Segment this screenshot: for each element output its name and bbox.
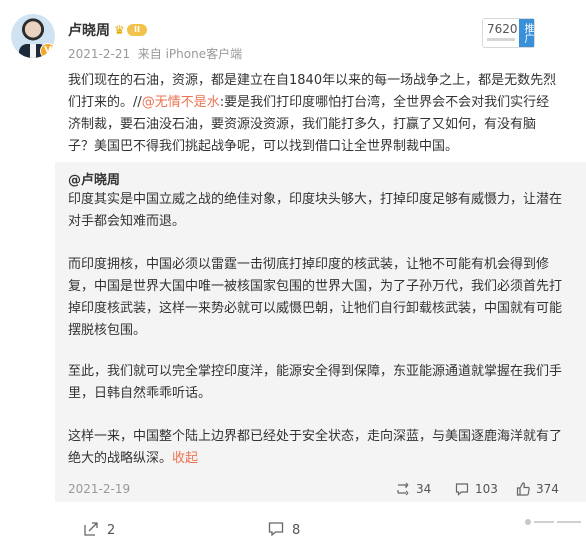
repost-author[interactable]: @卢晓周 bbox=[68, 169, 120, 188]
post-date[interactable]: 2021-2-21 bbox=[68, 47, 130, 61]
repost-like-count: 374 bbox=[536, 482, 559, 496]
repost-repost-count: 34 bbox=[416, 482, 432, 496]
repost-repost-button[interactable]: 34 bbox=[396, 481, 431, 497]
reposted-content: @卢晓周 印度其实是中国立威之战的绝佳对象，印度块头够大，打掉印度足够有威慑力，… bbox=[55, 162, 586, 502]
verified-badge: V bbox=[40, 43, 55, 58]
level-badge: II bbox=[127, 24, 147, 36]
comment-icon bbox=[268, 522, 284, 537]
repost-comment-button[interactable]: 103 bbox=[455, 481, 498, 497]
repost-like-button[interactable]: 374 bbox=[516, 481, 559, 497]
more-options-icon[interactable] bbox=[525, 519, 585, 533]
repost-comment-count: 103 bbox=[475, 482, 498, 496]
dot bbox=[525, 519, 531, 525]
repost-icon bbox=[84, 522, 98, 536]
repost-paragraph: 这样一来，中国整个陆上边界都已经处于安全状态，走向深蓝，与美国逐鹿海洋就有了绝大… bbox=[68, 426, 573, 470]
repost-button[interactable]: 2 bbox=[83, 521, 115, 539]
avatar-shirt bbox=[30, 44, 36, 58]
comment-button[interactable]: 8 bbox=[268, 521, 300, 539]
repost-count: 2 bbox=[107, 523, 116, 538]
author-name[interactable]: 卢晓周 bbox=[68, 20, 110, 40]
post-meta: 2021-2-21 来自 iPhone客户端 bbox=[68, 45, 242, 62]
avatar[interactable]: V bbox=[11, 14, 55, 58]
post-source: 来自 iPhone客户端 bbox=[137, 47, 243, 61]
repost-icon bbox=[397, 482, 409, 496]
repost-paragraph: 至此，我们就可以完全掌控印度洋，能源安全得到保障，东亚能源通道就掌握在我们手里，… bbox=[68, 364, 563, 401]
repost-date[interactable]: 2021-2-19 bbox=[68, 482, 130, 496]
post-text: 我们现在的石油，资源，都是建立在自1840年以来的每一场战争之上，都是无数先烈们… bbox=[68, 70, 558, 158]
line bbox=[557, 521, 581, 523]
line bbox=[534, 521, 554, 523]
repost-paragraph: 而印度拥核，中国必须以雷霆一击彻底打掉印度的核武装，让牠不可能有机会得到修复，中… bbox=[68, 257, 563, 338]
collapse-link[interactable]: 收起 bbox=[172, 451, 198, 466]
mention-link[interactable]: @无情不是水 bbox=[142, 95, 220, 110]
promote-button[interactable]: 7620 推广 bbox=[482, 18, 535, 48]
promo-count: 7620 bbox=[487, 22, 518, 36]
repost-paragraph: 印度其实是中国立威之战的绝佳对象，印度块头够大，打掉印度足够有威慑力，让潜在对手… bbox=[68, 192, 563, 229]
promo-tag: 推广 bbox=[519, 19, 534, 47]
comment-icon bbox=[455, 483, 469, 496]
weibo-post: V 卢晓周 ♛ II 2021-2-21 来自 iPhone客户端 7620 推… bbox=[0, 0, 586, 545]
crown-icon: ♛ bbox=[114, 23, 125, 37]
repost-paragraph-text: 这样一来，中国整个陆上边界都已经处于安全状态，走向深蓝，与美国逐鹿海洋就有了绝大… bbox=[68, 429, 563, 466]
comment-count: 8 bbox=[292, 523, 301, 538]
post-actions: 2 8 bbox=[55, 503, 586, 545]
thumbs-up-icon bbox=[516, 482, 530, 496]
promo-bar bbox=[487, 38, 515, 41]
